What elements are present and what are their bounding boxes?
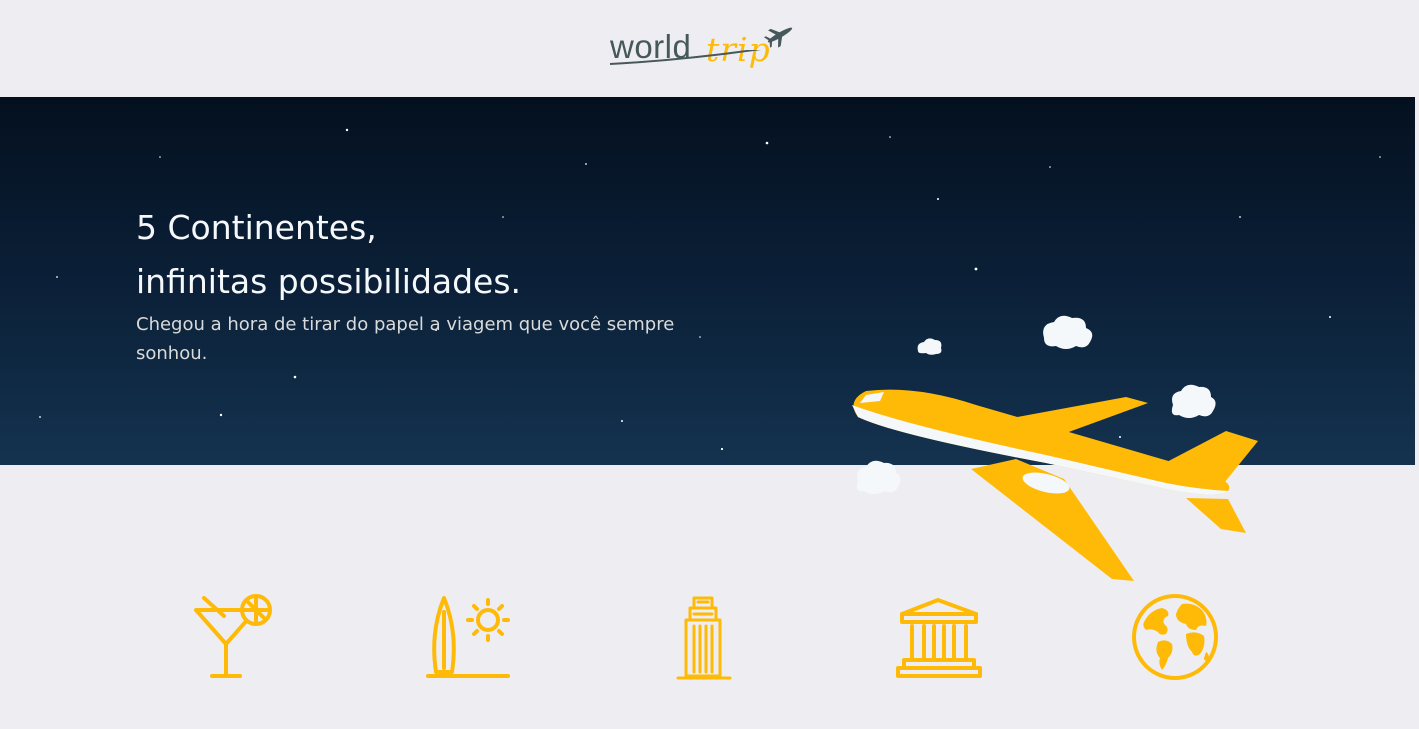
travel-types-section [0,580,1419,690]
worldtrip-logo[interactable]: world trip [606,20,801,76]
hero-title: 5 Continentes, infinitas possibilidades. [136,201,656,309]
travel-type-classic[interactable] [894,592,984,682]
logo-swoosh-icon [609,50,762,65]
hero-title-line-2: infinitas possibilidades. [136,262,522,301]
cocktail-icon [194,594,272,678]
building-icon [676,596,732,680]
earth-icon [1132,594,1218,680]
hero-banner: 5 Continentes, infinitas possibilidades.… [0,97,1415,581]
logo-plane-icon [764,27,793,48]
airplane-illustration-icon [852,315,1258,581]
surf-icon [426,596,510,678]
travel-type-world[interactable] [1130,592,1220,682]
hero-subtitle: Chegou a hora de tirar do papel a viagem… [136,314,675,364]
travel-type-nightlife[interactable] [186,592,276,682]
travel-type-beach[interactable] [422,592,512,682]
travel-type-modern[interactable] [658,592,748,682]
hero-title-line-1: 5 Continentes, [136,208,377,247]
site-header: world trip [0,0,1419,97]
museum-icon [896,598,982,678]
